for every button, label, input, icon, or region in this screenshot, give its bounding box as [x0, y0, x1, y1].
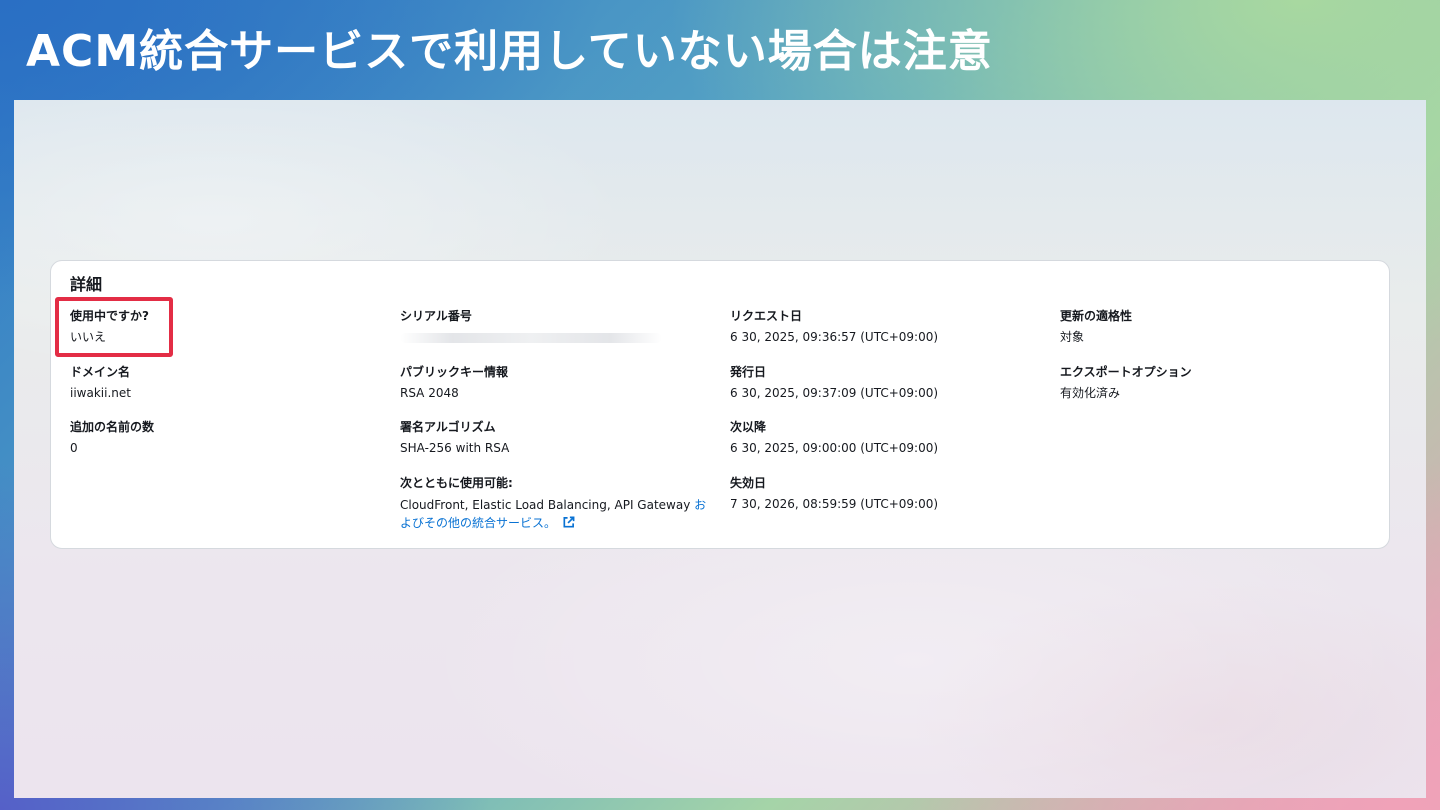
- field-not-before: 次以降 6 30, 2025, 09:00:00 (UTC+09:00): [730, 419, 938, 456]
- not-before-value: 6 30, 2025, 09:00:00 (UTC+09:00): [730, 441, 939, 455]
- renewal-eligibility-value: 対象: [1060, 330, 1085, 344]
- field-export-option: エクスポートオプション 有効化済み: [1060, 364, 1192, 401]
- domain-name-value: iiwakii.net: [70, 386, 131, 400]
- field-public-key: パブリックキー情報 RSA 2048: [400, 364, 508, 401]
- usable-with-value: CloudFront, Elastic Load Balancing, API …: [400, 496, 710, 532]
- public-key-value: RSA 2048: [400, 386, 459, 400]
- slide-title: ACM統合サービスで利用していない場合は注意: [26, 26, 993, 77]
- field-usable-with: 次とともに使用可能: CloudFront, Elastic Load Bala…: [400, 475, 710, 532]
- field-requested-at: リクエスト日 6 30, 2025, 09:36:57 (UTC+09:00): [730, 308, 938, 345]
- field-issued-at: 発行日 6 30, 2025, 09:37:09 (UTC+09:00): [730, 364, 938, 401]
- expires-at-label: 失効日: [730, 476, 767, 490]
- domain-name-label: ドメイン名: [70, 365, 131, 379]
- issued-at-value: 6 30, 2025, 09:37:09 (UTC+09:00): [730, 386, 939, 400]
- serial-number-label: シリアル番号: [400, 309, 472, 323]
- expires-at-value: 7 30, 2026, 08:59:59 (UTC+09:00): [730, 497, 939, 511]
- issued-at-label: 発行日: [730, 365, 767, 379]
- public-key-label: パブリックキー情報: [400, 365, 509, 379]
- in-use-label: 使用中ですか?: [70, 309, 149, 323]
- field-serial-number: シリアル番号: [400, 308, 662, 343]
- usable-with-label: 次とともに使用可能:: [400, 476, 513, 490]
- export-option-label: エクスポートオプション: [1060, 365, 1192, 379]
- signature-algorithm-value: SHA-256 with RSA: [400, 441, 510, 455]
- serial-number-redacted: [400, 333, 662, 343]
- additional-names-label: 追加の名前の数: [70, 420, 155, 434]
- not-before-label: 次以降: [730, 420, 767, 434]
- usable-with-services: CloudFront, Elastic Load Balancing, API …: [400, 498, 695, 512]
- field-renewal-eligibility: 更新の適格性 対象: [1060, 308, 1132, 345]
- signature-algorithm-label: 署名アルゴリズム: [400, 420, 496, 434]
- in-use-value: いいえ: [70, 330, 107, 344]
- additional-names-value: 0: [70, 441, 78, 455]
- field-additional-names: 追加の名前の数 0: [70, 419, 154, 456]
- field-signature-algorithm: 署名アルゴリズム SHA-256 with RSA: [400, 419, 509, 456]
- details-card: 詳細 使用中ですか? いいえ ドメイン名 iiwakii.net 追加の名前の数…: [50, 260, 1390, 549]
- field-domain-name: ドメイン名 iiwakii.net: [70, 364, 131, 401]
- export-option-value: 有効化済み: [1060, 386, 1121, 400]
- renewal-eligibility-label: 更新の適格性: [1060, 309, 1133, 323]
- requested-at-label: リクエスト日: [730, 309, 803, 323]
- details-heading: 詳細: [70, 275, 103, 294]
- field-expires-at: 失効日 7 30, 2026, 08:59:59 (UTC+09:00): [730, 475, 938, 512]
- external-link-icon[interactable]: [562, 516, 575, 529]
- field-in-use: 使用中ですか? いいえ: [70, 308, 149, 345]
- requested-at-value: 6 30, 2025, 09:36:57 (UTC+09:00): [730, 330, 939, 344]
